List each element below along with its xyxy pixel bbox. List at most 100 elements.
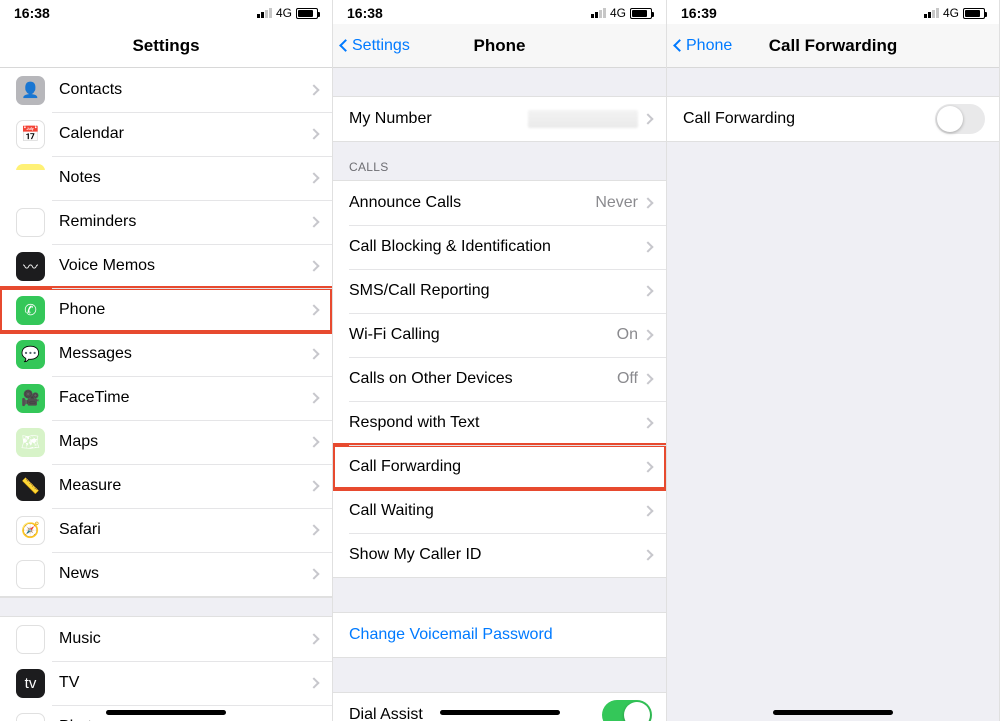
row-change-voicemail-password[interactable]: Change Voicemail Password — [333, 613, 666, 657]
back-label: Settings — [352, 37, 410, 55]
row-label: FaceTime — [59, 389, 310, 407]
chevron-right-icon — [308, 260, 319, 271]
row-label: SMS/Call Reporting — [349, 282, 644, 300]
row-wi-fi-calling[interactable]: Wi-Fi CallingOn — [333, 313, 666, 357]
dial-assist-toggle[interactable] — [602, 700, 652, 721]
nav-bar: Phone Call Forwarding — [667, 24, 999, 68]
row-calls-on-other-devices[interactable]: Calls on Other DevicesOff — [333, 357, 666, 401]
row-contacts[interactable]: 👤Contacts — [0, 68, 332, 112]
nav-bar: Settings — [0, 24, 332, 68]
row-safari[interactable]: 🧭Safari — [0, 508, 332, 552]
chevron-right-icon — [642, 417, 653, 428]
row-facetime[interactable]: 🎥 FaceTime — [0, 376, 332, 420]
phone-icon: ✆ — [16, 296, 45, 325]
back-label: Phone — [686, 37, 732, 55]
status-bar: 16:38 4G — [0, 0, 332, 24]
row-value: Never — [595, 194, 638, 212]
chevron-right-icon — [308, 392, 319, 403]
chevron-right-icon — [308, 568, 319, 579]
row-music[interactable]: ♪Music — [0, 617, 332, 661]
row-respond-with-text[interactable]: Respond with Text — [333, 401, 666, 445]
panel-settings: 16:38 4G Settings 👤Contacts📅Calendar Note… — [0, 0, 333, 721]
network-label: 4G — [276, 6, 292, 20]
chevron-right-icon — [308, 677, 319, 688]
row-show-my-caller-id[interactable]: Show My Caller ID — [333, 533, 666, 577]
row-call-blocking-identification[interactable]: Call Blocking & Identification — [333, 225, 666, 269]
chevron-right-icon — [308, 524, 319, 535]
back-button[interactable]: Settings — [341, 37, 410, 55]
row-sms-call-reporting[interactable]: SMS/Call Reporting — [333, 269, 666, 313]
nav-bar: Settings Phone — [333, 24, 666, 68]
row-maps[interactable]: 🗺Maps — [0, 420, 332, 464]
messages-icon: 💬 — [16, 340, 45, 369]
settings-list[interactable]: 👤Contacts📅Calendar Notes ≡Reminders〰Voice … — [0, 68, 332, 721]
home-indicator[interactable] — [106, 710, 226, 715]
chevron-right-icon — [308, 436, 319, 447]
battery-icon — [963, 8, 985, 19]
status-time: 16:39 — [681, 5, 717, 21]
my-number-value-redacted — [528, 110, 638, 128]
maps-icon: 🗺 — [16, 428, 45, 457]
signal-icon — [924, 8, 939, 18]
call-forwarding-toggle[interactable] — [935, 104, 985, 134]
call-forwarding-list[interactable]: Call Forwarding — [667, 68, 999, 721]
back-button[interactable]: Phone — [675, 37, 732, 55]
row-value: Off — [617, 370, 638, 388]
facetime-icon: 🎥 — [16, 384, 45, 413]
row-announce-calls[interactable]: Announce CallsNever — [333, 181, 666, 225]
music-icon: ♪ — [16, 625, 45, 654]
chevron-left-icon — [339, 39, 352, 52]
row-call-forwarding[interactable]: Call Forwarding — [333, 445, 666, 489]
chevron-right-icon — [308, 128, 319, 139]
photos-icon: ❋ — [16, 713, 45, 721]
chevron-right-icon — [642, 197, 653, 208]
row-label: Calls on Other Devices — [349, 370, 617, 388]
row-label: Contacts — [59, 81, 310, 99]
row-dial-assist[interactable]: Dial Assist — [333, 693, 666, 721]
reminders-icon: ≡ — [16, 208, 45, 237]
chevron-right-icon — [308, 216, 319, 227]
home-indicator[interactable] — [440, 710, 560, 715]
status-right: 4G — [257, 6, 318, 20]
row-call-waiting[interactable]: Call Waiting — [333, 489, 666, 533]
row-call-forwarding-toggle[interactable]: Call Forwarding — [667, 97, 999, 141]
row-tv[interactable]: tvTV — [0, 661, 332, 705]
row-value: On — [617, 326, 638, 344]
chevron-right-icon — [308, 480, 319, 491]
row-label: Respond with Text — [349, 414, 644, 432]
chevron-right-icon — [642, 329, 653, 340]
safari-icon: 🧭 — [16, 516, 45, 545]
chevron-right-icon — [308, 348, 319, 359]
row-label: Announce Calls — [349, 194, 595, 212]
chevron-right-icon — [642, 549, 653, 560]
row-phone[interactable]: ✆ Phone — [0, 288, 332, 332]
row-messages[interactable]: 💬 Messages — [0, 332, 332, 376]
panel-call-forwarding: 16:39 4G Phone Call Forwarding Call Forw… — [667, 0, 1000, 721]
notes-icon — [16, 164, 45, 193]
phone-settings-list[interactable]: My Number CALLS Announce CallsNever Call … — [333, 68, 666, 721]
row-calendar[interactable]: 📅Calendar — [0, 112, 332, 156]
row-voice-memos[interactable]: 〰Voice Memos — [0, 244, 332, 288]
row-my-number[interactable]: My Number — [333, 97, 666, 141]
row-label: Show My Caller ID — [349, 546, 644, 564]
status-time: 16:38 — [14, 5, 50, 21]
status-right: 4G — [924, 6, 985, 20]
row-label: Call Blocking & Identification — [349, 238, 644, 256]
status-bar: 16:39 4G — [667, 0, 999, 24]
row-reminders[interactable]: ≡Reminders — [0, 200, 332, 244]
row-notes[interactable]: Notes — [0, 156, 332, 200]
my-number-label: My Number — [349, 110, 528, 128]
status-time: 16:38 — [347, 5, 383, 21]
row-label: Messages — [59, 345, 310, 363]
chevron-right-icon — [642, 113, 653, 124]
row-measure[interactable]: 📏Measure — [0, 464, 332, 508]
section-header-calls: CALLS — [333, 142, 666, 180]
row-label: Phone — [59, 301, 310, 319]
chevron-right-icon — [642, 285, 653, 296]
row-news[interactable]: NNews — [0, 552, 332, 596]
home-indicator[interactable] — [773, 710, 893, 715]
row-label: Call Forwarding — [349, 458, 644, 476]
row-label: Notes — [59, 169, 310, 187]
row-label: Call Waiting — [349, 502, 644, 520]
row-label: Voice Memos — [59, 257, 310, 275]
